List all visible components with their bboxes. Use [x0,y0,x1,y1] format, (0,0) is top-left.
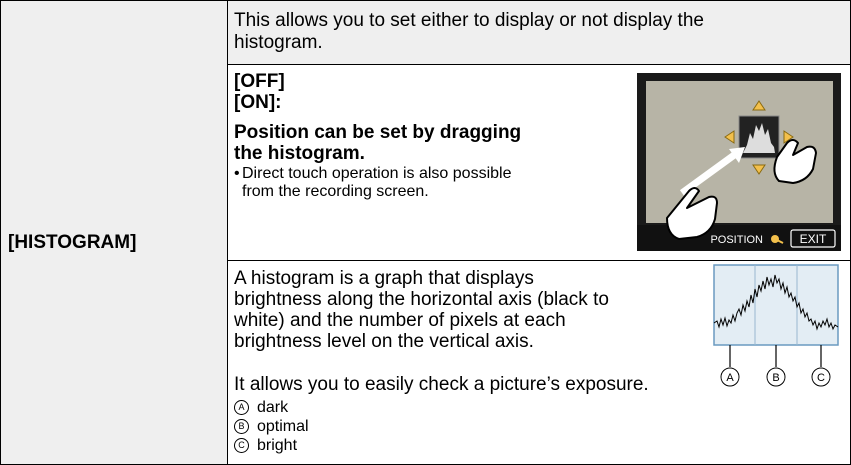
histogram-description: A histogram is a graph that displays bri… [234,268,609,352]
camera-screen-illustration: POSITION EXIT [637,73,841,251]
on-heading: Position can be set by dragging the hist… [234,122,522,164]
circled-letter: A [234,400,249,415]
legend-item: B optimal [234,417,309,436]
histogram-info-cell: A histogram is a graph that displays bri… [228,261,850,464]
marker-label: C [817,372,825,384]
on-note: • Direct touch operation is also possibl… [234,165,534,201]
legend-label: optimal [257,418,309,435]
option-off: [OFF] [234,71,285,92]
circled-letter: B [234,419,249,434]
histogram-table: [HISTOGRAM] This allows you to set eithe… [0,0,851,465]
position-label: POSITION [710,234,763,246]
legend-item: A dark [234,398,309,417]
row-label: [HISTOGRAM] [8,232,137,253]
description-text: This allows you to set either to display… [234,10,704,53]
on-note-text: Direct touch operation is also possible … [242,165,512,200]
legend-item: C bright [234,436,309,455]
marker-label: A [726,372,734,384]
description-cell: This allows you to set either to display… [228,1,850,65]
circled-letter: C [234,438,249,453]
bullet: • [234,165,240,182]
options-cell: [OFF] [ON]: Position can be set by dragg… [228,65,850,261]
legend-label: bright [257,437,298,454]
exit-label: EXIT [800,232,827,246]
legend-label: dark [257,399,289,416]
histogram-graph-illustration: A B C [713,264,839,387]
histogram-exposure-note: It allows you to easily check a picture’… [234,374,649,395]
option-on: [ON]: [234,92,282,113]
histogram-box [738,115,780,159]
legend: A dark B optimal C bright [234,398,309,455]
row-label-cell: [HISTOGRAM] [1,1,228,464]
marker-label: B [772,372,779,384]
